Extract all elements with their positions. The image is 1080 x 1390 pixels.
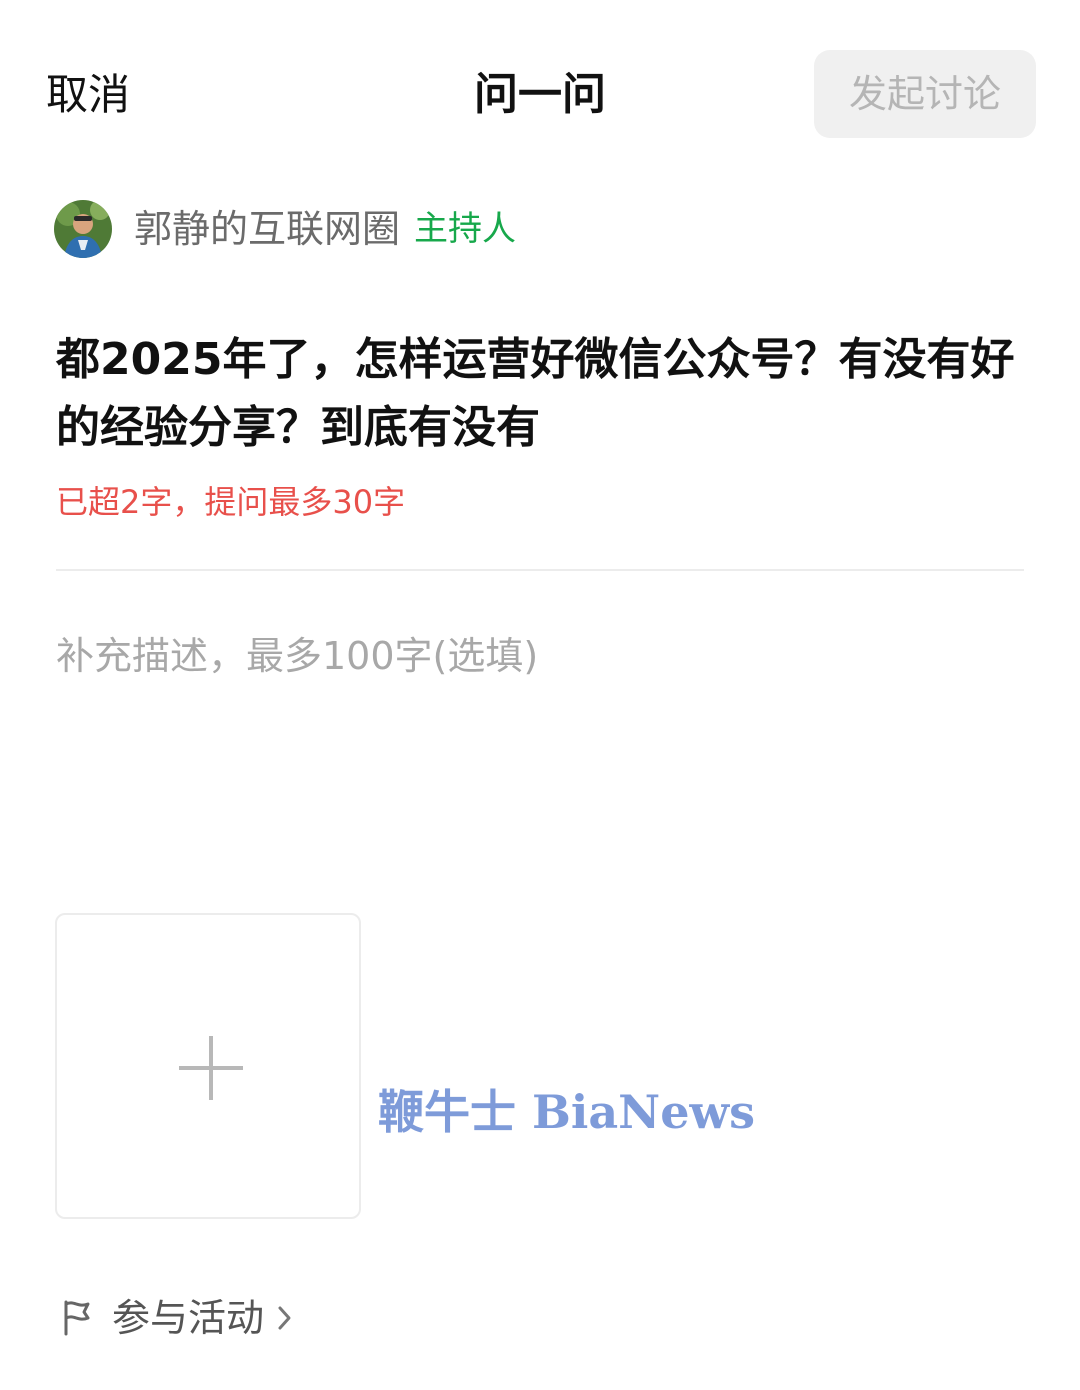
watermark-logo: 鞭牛士 BiaNews bbox=[378, 1085, 755, 1139]
start-discussion-button[interactable]: 发起讨论 bbox=[814, 50, 1036, 138]
question-input[interactable]: 都2025年了，怎样运营好微信公众号？有没有好的经验分享？到底有没有 bbox=[56, 326, 1026, 462]
divider bbox=[56, 569, 1024, 571]
avatar-image bbox=[54, 200, 112, 258]
flag-icon bbox=[64, 1300, 90, 1336]
activity-label: 参与活动 bbox=[112, 1296, 265, 1340]
avatar[interactable] bbox=[54, 200, 112, 258]
plus-icon-vertical bbox=[209, 1036, 213, 1100]
author-row: 郭静的互联网圈 主持人 bbox=[54, 200, 516, 258]
add-image-button[interactable] bbox=[55, 913, 361, 1219]
author-name[interactable]: 郭静的互联网圈 bbox=[134, 200, 400, 258]
description-input[interactable]: 补充描述，最多100字(选填) bbox=[56, 628, 1024, 684]
host-badge: 主持人 bbox=[414, 209, 517, 249]
character-limit-warning: 已超2字，提问最多30字 bbox=[56, 483, 406, 521]
chevron-right-icon bbox=[278, 1306, 291, 1330]
join-activity-button[interactable]: 参与活动 bbox=[60, 1292, 294, 1344]
top-bar: 取消 问一问 发起讨论 bbox=[0, 40, 1080, 150]
